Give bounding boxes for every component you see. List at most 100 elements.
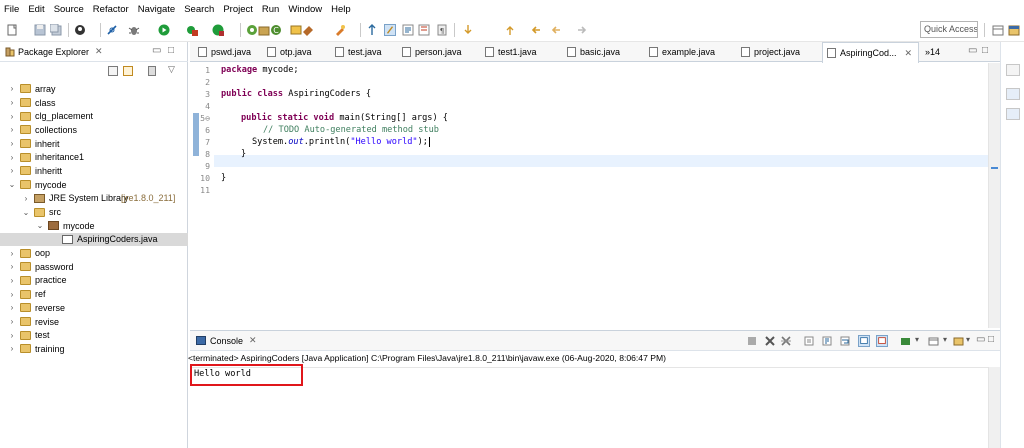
menu-help[interactable]: Help	[331, 4, 351, 15]
chevron-right-icon[interactable]: ›	[8, 112, 16, 121]
focus-on-active-task-icon[interactable]	[148, 66, 156, 76]
new-package-icon[interactable]	[258, 24, 270, 36]
toggle-mark-occurrences-icon[interactable]	[334, 24, 346, 36]
chevron-right-icon[interactable]: ›	[8, 84, 16, 93]
chevron-right-icon[interactable]: ›	[8, 249, 16, 258]
new-icon[interactable]	[6, 24, 18, 36]
tree-item[interactable]: › password	[0, 260, 188, 274]
new-class-icon[interactable]: C	[270, 24, 282, 36]
tree-item[interactable]: › test	[0, 328, 188, 342]
tree-item[interactable]: ⌄ src	[0, 205, 188, 219]
open-console-icon[interactable]	[953, 336, 964, 346]
console-vertical-scrollbar[interactable]	[988, 367, 1000, 448]
collapse-all-icon[interactable]	[108, 66, 118, 76]
tree-item[interactable]: › clg_placement	[0, 109, 188, 123]
maximize-icon[interactable]: □	[982, 45, 988, 56]
tree-item[interactable]: › collections	[0, 123, 188, 137]
nav-back-icon[interactable]	[530, 24, 542, 36]
menu-edit[interactable]: Edit	[28, 4, 44, 15]
chevron-right-icon[interactable]: ›	[8, 331, 16, 340]
tree-item[interactable]: › revise	[0, 315, 188, 329]
menu-source[interactable]: Source	[54, 4, 84, 15]
open-perspective-icon[interactable]	[992, 24, 1004, 36]
chevron-right-icon[interactable]: ›	[8, 98, 16, 107]
menu-navigate[interactable]: Navigate	[138, 4, 176, 15]
editor-tab[interactable]: test.java	[331, 42, 388, 62]
java-perspective-icon[interactable]	[1008, 24, 1020, 36]
chevron-down-icon[interactable]: ⌄	[8, 180, 16, 189]
word-wrap-icon[interactable]	[840, 336, 850, 346]
menu-refactor[interactable]: Refactor	[93, 4, 129, 15]
toggle-word-wrap-icon[interactable]	[366, 24, 378, 36]
minimize-icon[interactable]: ▭	[968, 45, 977, 56]
editor-tab[interactable]: project.java	[737, 42, 806, 62]
console-output-area[interactable]: Hello world	[190, 367, 1000, 448]
chevron-right-icon[interactable]: ›	[8, 303, 16, 312]
remove-all-terminated-icon[interactable]	[781, 336, 791, 346]
view-menu-icon[interactable]: ▽	[168, 64, 175, 75]
tree-item[interactable]: › ref	[0, 287, 188, 301]
maximize-icon[interactable]: □	[988, 334, 994, 345]
editor-tab[interactable]: test1.java	[481, 42, 543, 62]
maximize-icon[interactable]: □	[168, 45, 174, 56]
tree-item[interactable]: › inherit	[0, 137, 188, 151]
remove-launch-icon[interactable]	[765, 336, 775, 346]
tab-overflow-button[interactable]: »14	[925, 42, 940, 62]
tree-item[interactable]: ⌄ mycode	[0, 178, 188, 192]
save-all-icon[interactable]	[50, 24, 62, 36]
tree-item[interactable]: › training	[0, 342, 188, 356]
chevron-right-icon[interactable]: ›	[8, 262, 16, 271]
menu-file[interactable]: File	[4, 4, 19, 15]
chevron-right-icon[interactable]: ›	[8, 166, 16, 175]
save-icon[interactable]	[34, 24, 46, 36]
chevron-right-icon[interactable]: ›	[8, 276, 16, 285]
editor-vertical-scrollbar[interactable]	[988, 63, 1000, 328]
run-icon[interactable]	[158, 24, 170, 36]
menu-window[interactable]: Window	[288, 4, 322, 15]
quick-access-field[interactable]: Quick Access	[920, 21, 978, 38]
tree-item[interactable]: › inheritance1	[0, 150, 188, 164]
tree-item[interactable]: AspiringCoders.java	[0, 232, 188, 247]
nav-prev-icon[interactable]	[550, 24, 562, 36]
forward-icon[interactable]	[504, 24, 516, 36]
previous-annotation-icon[interactable]	[418, 24, 430, 36]
tree-item[interactable]: › array	[0, 82, 188, 96]
editor-tab[interactable]: example.java	[645, 42, 721, 62]
editor-tab[interactable]: AspiringCod... ✕	[822, 42, 920, 63]
code-editor[interactable]: 1 2 3 4 5⊖ 6 7 8 9 10 11 package mycode; public cl…	[190, 63, 1000, 328]
profile-icon[interactable]	[74, 24, 86, 36]
close-icon[interactable]: ✕	[95, 46, 103, 57]
chevron-down-icon[interactable]: ▾	[966, 335, 970, 344]
close-icon[interactable]: ✕	[249, 335, 257, 346]
new-java-project-icon[interactable]	[246, 24, 258, 36]
console-title[interactable]: Console	[210, 336, 243, 346]
external-tools-icon[interactable]	[212, 24, 224, 36]
tree-item[interactable]: › JRE System Library [jre1.8.0_211]	[0, 192, 188, 206]
pin-console-icon[interactable]	[900, 336, 911, 346]
chevron-right-icon[interactable]: ›	[22, 194, 30, 203]
minimize-icon[interactable]: ▭	[976, 334, 985, 345]
show-on-stdout-icon[interactable]	[858, 335, 870, 347]
skip-breakpoints-icon[interactable]	[106, 24, 118, 36]
editor-tab[interactable]: pswd.java	[194, 42, 257, 62]
outline-view-icon[interactable]	[1006, 88, 1020, 100]
chevron-right-icon[interactable]: ›	[8, 290, 16, 299]
terminate-icon[interactable]	[747, 336, 757, 346]
show-on-stderr-icon[interactable]	[876, 335, 888, 347]
close-icon[interactable]: ✕	[905, 48, 913, 59]
scroll-lock-icon[interactable]	[822, 336, 832, 346]
open-type-icon[interactable]	[290, 24, 302, 36]
chevron-right-icon[interactable]: ›	[8, 317, 16, 326]
display-selected-console-icon[interactable]	[928, 336, 939, 346]
chevron-right-icon[interactable]: ›	[8, 139, 16, 148]
chevron-down-icon[interactable]: ▾	[915, 335, 919, 344]
editor-tab[interactable]: person.java	[398, 42, 468, 62]
debug-icon[interactable]	[128, 24, 140, 36]
chevron-right-icon[interactable]: ›	[8, 153, 16, 162]
tree-item[interactable]: › class	[0, 96, 188, 110]
chevron-right-icon[interactable]: ›	[8, 344, 16, 353]
nav-forward-icon[interactable]	[576, 24, 588, 36]
show-whitespace-icon[interactable]	[384, 24, 396, 36]
task-list-icon[interactable]	[1006, 108, 1020, 120]
menu-run[interactable]: Run	[262, 4, 279, 15]
